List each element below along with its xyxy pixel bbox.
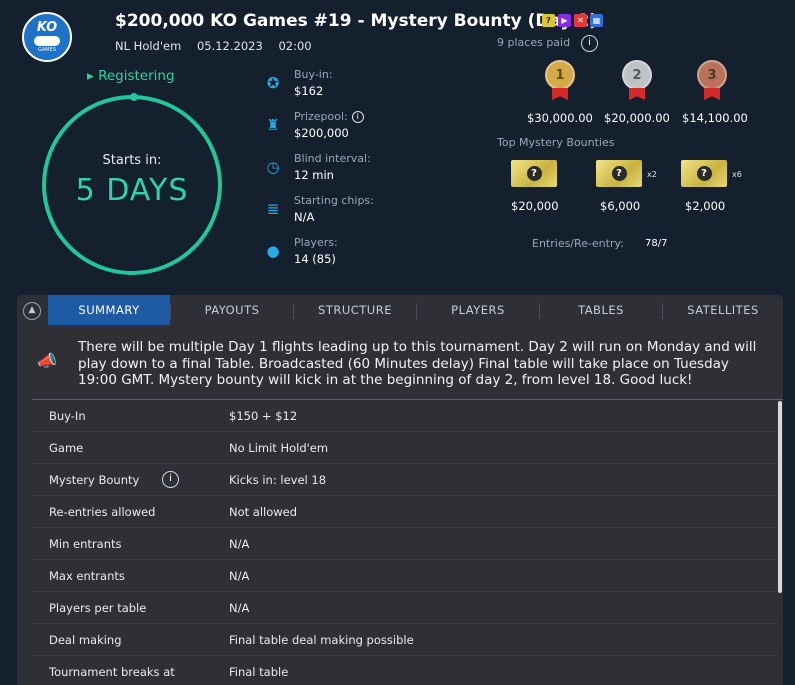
prize-3rd: $14,100.00 [682,111,748,125]
summary-row: Deal making Final table deal making poss… [32,624,783,656]
prize-2nd: $20,000.00 [604,111,670,125]
prizepool-value: $200,000 [294,126,349,140]
summary-row: Game No Limit Hold'em [32,432,783,464]
mystery-bounty-icon: ? [542,14,555,27]
bounty-amount: $20,000 [511,199,559,213]
announcement: 📣 There will be multiple Day 1 flights l… [17,325,783,399]
announcement-text: There will be multiple Day 1 flights lea… [78,339,757,388]
row-value: Final table deal making possible [229,633,414,647]
tournament-badges: ? ▶ ✕ ▦ [542,14,603,27]
entries-value: 78/7 [645,238,668,249]
registering-label: Registering [98,68,175,84]
row-value: No Limit Hold'em [229,441,329,455]
places-info-icon[interactable]: i [581,35,598,52]
bounty-ticket-icon: ? [511,160,557,187]
row-key: Re-entries allowed [49,505,156,519]
trophy-icon: ♜ [266,116,280,134]
user-icon: ● [266,242,280,260]
chip-icon: ✪ [266,74,280,92]
row-key: Mystery Bounty [49,473,140,487]
chip-stack-icon: ≣ [266,200,280,218]
countdown-ring: Starts in: 5 DAYS [42,93,222,275]
no-reentry-icon: ✕ [574,14,587,27]
gold-medal-icon: 1 [543,60,577,100]
ring-dot [130,93,138,101]
row-value: N/A [229,537,250,551]
prize-1st: $30,000.00 [527,111,593,125]
tab-players[interactable]: PLAYERS [417,295,539,325]
logo-subtext: GAMES [38,46,56,53]
multi-day-icon: ▦ [590,14,603,27]
row-key: Tournament breaks at [49,665,175,679]
tab-satellites[interactable]: SATELLITES [663,295,783,325]
players-value: 14 (85) [294,252,336,266]
collapse-chevron-up-icon[interactable]: ▲ [23,302,41,320]
row-value: N/A [229,569,250,583]
row-value: N/A [229,601,250,615]
players-label: Players: [294,236,338,249]
bounty-ticket-icon: ? [596,160,642,187]
registration-status: ▸ Registering [87,68,175,84]
top-bounties-label: Top Mystery Bounties [497,136,615,149]
buyin-value: $162 [294,84,324,98]
bounty-multiplier: x6 [732,170,742,179]
logo-text: KO [36,19,58,35]
row-key: Game [49,441,84,455]
summary-row: Max entrants N/A [32,560,783,592]
game-info-line: NL Hold'em 05.12.2023 02:00 [115,39,324,53]
summary-row: Mystery Bounty i Kicks in: level 18 [32,464,783,496]
summary-row: Buy-In $150 + $12 [32,400,783,432]
summary-row: Tournament breaks at Final table [32,656,783,685]
tab-bar: ▲ SUMMARY PAYOUTS STRUCTURE PLAYERS TABL… [17,295,783,325]
tab-summary[interactable]: SUMMARY [48,295,170,325]
bounty-amount: $2,000 [685,199,726,213]
prizepool-info-icon[interactable]: i [351,111,364,123]
countdown-value: 5 DAYS [75,173,189,208]
starts-in-label: Starts in: [102,153,162,168]
clock-icon: ◷ [266,158,280,176]
summary-row: Players per table N/A [32,592,783,624]
ko-games-logo: KO GAMES [22,12,72,62]
tab-tables[interactable]: TABLES [540,295,662,325]
row-key: Max entrants [49,569,125,583]
bounty-multiplier: x2 [647,170,657,179]
silver-medal-icon: 2 [620,60,654,100]
scrollbar-thumb[interactable] [778,401,782,593]
start-time: 02:00 [278,39,312,53]
summary-row: Min entrants N/A [32,528,783,560]
details-panel: ▲ SUMMARY PAYOUTS STRUCTURE PLAYERS TABL… [17,295,783,685]
row-value: Final table [229,665,289,679]
mystery-bounty-info-icon[interactable]: i [162,471,179,488]
summary-row: Re-entries allowed Not allowed [32,496,783,528]
boxing-gloves-icon [34,35,60,46]
tab-structure[interactable]: STRUCTURE [294,295,416,325]
bronze-medal-icon: 3 [695,60,729,100]
row-value: $150 + $12 [229,409,298,423]
buyin-label: Buy-in: [294,68,333,81]
row-key: Deal making [49,633,122,647]
bounty-ticket-icon: ? [681,160,727,187]
blind-label: Blind interval: [294,152,371,165]
row-value: Not allowed [229,505,298,519]
places-paid: 9 places paid [497,36,571,49]
chips-value: N/A [294,210,315,224]
video-broadcast-icon: ▶ [558,14,571,27]
megaphone-icon: 📣 [37,351,57,370]
blind-value: 12 min [294,168,334,182]
row-key: Min entrants [49,537,122,551]
start-date: 05.12.2023 [196,39,263,53]
chips-label: Starting chips: [294,194,374,207]
row-value: Kicks in: level 18 [229,473,327,487]
bounty-amount: $6,000 [600,199,641,213]
row-key: Players per table [49,601,147,615]
tournament-title: $200,000 KO Games #19 - Mystery Bounty (… [115,11,598,31]
entries-label: Entries/Re-entry: [532,237,624,250]
game-type: NL Hold'em [115,39,182,53]
tab-payouts[interactable]: PAYOUTS [171,295,293,325]
prizepool-label: Prizepool: i [294,110,364,123]
row-key: Buy-In [49,409,86,423]
